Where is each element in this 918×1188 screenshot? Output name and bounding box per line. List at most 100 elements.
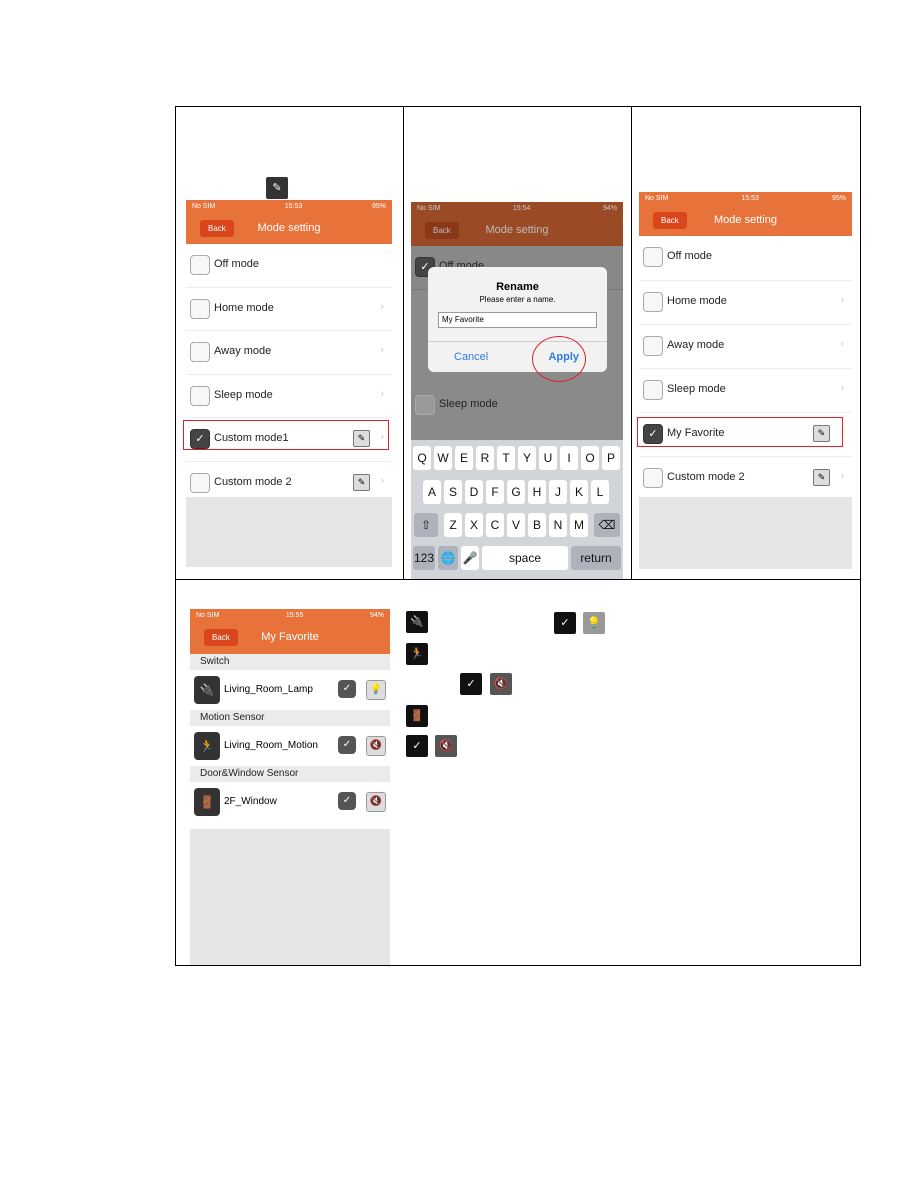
key-w[interactable]: W bbox=[434, 446, 452, 470]
key-y[interactable]: Y bbox=[518, 446, 536, 470]
checkbox[interactable] bbox=[190, 298, 210, 319]
chevron-right-icon: › bbox=[380, 344, 384, 356]
keyboard: Q W E R T Y U I O P A S D F G H J K L ⇧ Z X C V B N M ⌫ 123 🌐 🎤 space re… bbox=[411, 440, 623, 579]
highlight-box bbox=[183, 420, 389, 450]
mode-row[interactable]: Sleep mode › bbox=[186, 375, 392, 418]
key-x[interactable]: X bbox=[465, 513, 483, 537]
checkbox[interactable] bbox=[190, 385, 210, 406]
edit-icon[interactable]: ✎ bbox=[353, 473, 370, 491]
key-a[interactable]: A bbox=[423, 480, 441, 504]
microphone-key[interactable]: 🎤 bbox=[461, 546, 479, 570]
return-key[interactable]: return bbox=[571, 546, 621, 570]
checkbox[interactable] bbox=[643, 336, 663, 356]
cancel-button[interactable]: Cancel bbox=[454, 351, 488, 363]
mode-label: Off mode bbox=[214, 258, 260, 270]
mute-icon[interactable]: 🔇 bbox=[366, 792, 386, 812]
key-k[interactable]: K bbox=[570, 480, 588, 504]
battery: 94% bbox=[369, 612, 384, 619]
key-z[interactable]: Z bbox=[444, 513, 462, 537]
checkbox[interactable] bbox=[190, 472, 210, 493]
mode-label: Home mode bbox=[214, 301, 274, 314]
space-key[interactable]: space bbox=[482, 546, 568, 570]
key-n[interactable]: N bbox=[549, 513, 567, 537]
checkbox-checked[interactable]: ✓ bbox=[338, 680, 356, 698]
delete-key[interactable]: ⌫ bbox=[594, 513, 620, 537]
key-s[interactable]: S bbox=[444, 480, 462, 504]
key-h[interactable]: H bbox=[528, 480, 546, 504]
motion-icon: 🏃 bbox=[194, 732, 220, 760]
key-c[interactable]: C bbox=[486, 513, 504, 537]
mode-label: Away mode bbox=[667, 339, 725, 351]
mode-row[interactable]: Away mode › bbox=[639, 325, 852, 369]
time: 15:53 bbox=[741, 195, 759, 202]
screen-mode-setting-2: No SIM 15:53 95% Back Mode setting Off mode… bbox=[639, 192, 852, 569]
mute-icon[interactable]: 🔇 bbox=[366, 736, 386, 756]
battery: 95% bbox=[371, 203, 386, 210]
key-v[interactable]: V bbox=[507, 513, 525, 537]
key-d[interactable]: D bbox=[465, 480, 483, 504]
key-t[interactable]: T bbox=[497, 446, 515, 470]
battery: 95% bbox=[831, 195, 846, 202]
key-o[interactable]: O bbox=[581, 446, 599, 470]
mode-row[interactable]: Custom mode 2 ✎ › bbox=[639, 457, 852, 501]
status-bar: No SIM 15:54 94% bbox=[411, 202, 623, 215]
name-input[interactable]: My Favorite bbox=[438, 312, 597, 328]
checkbox[interactable] bbox=[643, 468, 663, 488]
checkbox-checked[interactable]: ✓ bbox=[338, 792, 356, 810]
mode-row: Sleep mode bbox=[411, 384, 623, 426]
document-page: ✎ No SIM 15:53 95% Back Mode setting Off mo… bbox=[0, 0, 918, 1188]
device-name: Living_Room_Lamp bbox=[224, 684, 313, 695]
key-e[interactable]: E bbox=[455, 446, 473, 470]
shift-key[interactable]: ⇧ bbox=[414, 513, 438, 537]
dialog-message: Please enter a name. bbox=[479, 295, 556, 304]
key-j[interactable]: J bbox=[549, 480, 567, 504]
numbers-key[interactable]: 123 bbox=[413, 546, 435, 570]
screen-my-favorite: No SIM 15:55 94% Back My Favorite Switch 🔌 L… bbox=[190, 609, 390, 965]
device-row[interactable]: 🏃 Living_Room_Motion ✓ 🔇 bbox=[190, 726, 390, 766]
device-row[interactable]: 🔌 Living_Room_Lamp ✓ 💡 bbox=[190, 670, 390, 710]
checkbox[interactable] bbox=[190, 342, 210, 362]
nav-bar: Back Mode setting bbox=[639, 205, 852, 236]
mode-row[interactable]: Off mode bbox=[186, 244, 392, 288]
checkbox[interactable] bbox=[643, 292, 663, 312]
mode-row[interactable]: Off mode bbox=[639, 236, 852, 281]
key-l[interactable]: L bbox=[591, 480, 609, 504]
checkbox[interactable] bbox=[643, 247, 663, 267]
globe-key[interactable]: 🌐 bbox=[438, 546, 458, 570]
device-row[interactable]: 🚪 2F_Window ✓ 🔇 bbox=[190, 782, 390, 822]
mode-row[interactable]: Sleep mode › bbox=[639, 369, 852, 413]
key-q[interactable]: Q bbox=[413, 446, 431, 470]
device-name: 2F_Window bbox=[224, 796, 277, 807]
mode-row[interactable]: Away mode › bbox=[186, 331, 392, 375]
key-u[interactable]: U bbox=[539, 446, 557, 470]
screen-rename-dialog: No SIM 15:54 94% Back Mode setting ✓ Off mod… bbox=[411, 202, 623, 579]
highlight-circle bbox=[532, 336, 586, 382]
checkbox-checked-icon: ✓ bbox=[406, 735, 428, 757]
key-r[interactable]: R bbox=[476, 446, 494, 470]
key-g[interactable]: G bbox=[507, 480, 525, 504]
chevron-right-icon: › bbox=[380, 300, 384, 313]
bulb-icon[interactable]: 💡 bbox=[366, 680, 386, 700]
mode-row[interactable]: Home mode › bbox=[639, 281, 852, 325]
edit-icon[interactable]: ✎ bbox=[813, 469, 830, 486]
divider bbox=[631, 106, 632, 579]
mode-row[interactable]: Home mode › bbox=[186, 288, 392, 331]
checkbox[interactable] bbox=[190, 255, 210, 275]
key-m[interactable]: M bbox=[570, 513, 588, 537]
empty-area bbox=[639, 497, 852, 569]
status-bar: No SIM 15:53 95% bbox=[186, 200, 392, 213]
key-p[interactable]: P bbox=[602, 446, 620, 470]
plug-icon: 🔌 bbox=[194, 676, 220, 704]
divider bbox=[175, 579, 860, 580]
chevron-right-icon: › bbox=[840, 338, 844, 350]
key-i[interactable]: I bbox=[560, 446, 578, 470]
key-b[interactable]: B bbox=[528, 513, 546, 537]
door-icon: 🚪 bbox=[406, 705, 428, 727]
checkbox[interactable] bbox=[643, 380, 663, 400]
section-header: Door&Window Sensor bbox=[190, 766, 390, 782]
status-bar: No SIM 15:53 95% bbox=[639, 192, 852, 205]
checkbox-checked[interactable]: ✓ bbox=[338, 736, 356, 754]
motion-icon: 🏃 bbox=[406, 643, 428, 665]
key-f[interactable]: F bbox=[486, 480, 504, 504]
chevron-right-icon: › bbox=[840, 470, 844, 482]
